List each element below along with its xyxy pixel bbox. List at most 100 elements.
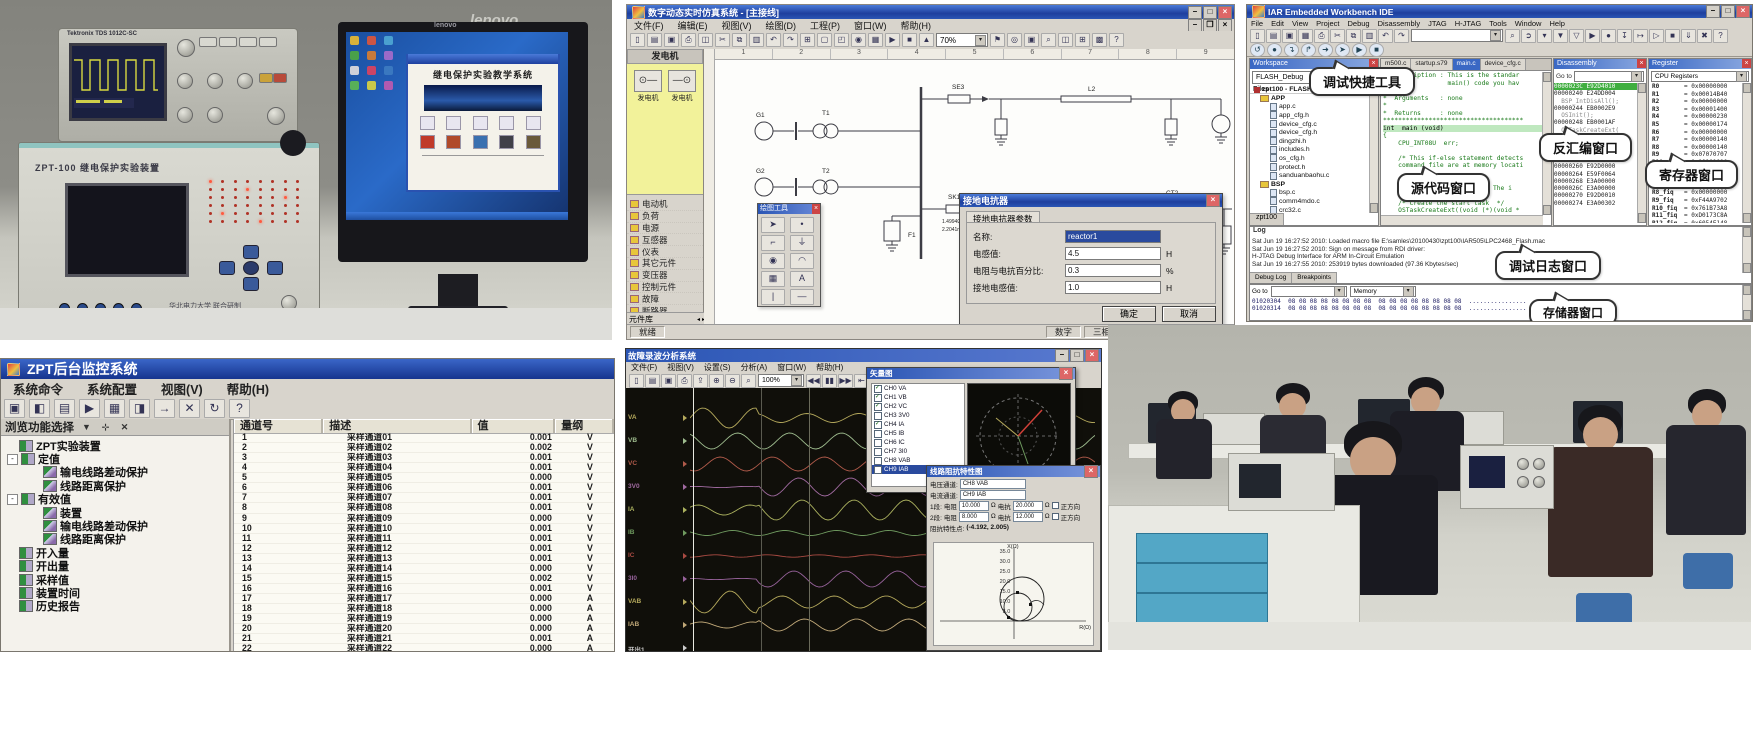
menu-item[interactable]: Project [1312, 19, 1343, 28]
editor-tab[interactable]: device_cfg.c [1481, 59, 1526, 70]
table-row[interactable]: 9采样通道090.000V [234, 514, 614, 524]
wire-icon[interactable]: ⌐ [761, 235, 785, 251]
scope-knob[interactable] [177, 73, 193, 89]
category-item[interactable]: 控制元件 [627, 282, 703, 294]
goto-icon[interactable]: ➲ [1521, 29, 1536, 43]
group-node[interactable]: BSP [1250, 180, 1370, 189]
vector-titlebar[interactable]: 矢量图 × [867, 368, 1075, 379]
make-icon[interactable]: ▼ [1553, 29, 1568, 43]
new-icon[interactable]: ▯ [629, 374, 644, 388]
refresh-icon[interactable]: ↻ [204, 399, 225, 418]
target-icon[interactable]: ◎ [1007, 33, 1022, 47]
menu-item[interactable]: 文件(F) [626, 362, 662, 373]
app-icon[interactable] [420, 135, 435, 149]
field-input[interactable]: 0.3 [1065, 264, 1161, 277]
toggle-bp-icon[interactable]: ● [1601, 29, 1616, 43]
register-row[interactable]: R6= 0x00000000 [1649, 129, 1743, 137]
tree-item[interactable]: -有效值 [1, 493, 229, 506]
horizontal-scrollbar[interactable] [1381, 215, 1543, 225]
app-icon[interactable] [499, 135, 514, 149]
category-item[interactable]: 电动机 [627, 199, 703, 211]
new-icon[interactable]: ▯ [630, 33, 645, 47]
file-node[interactable]: device_cfg.c [1250, 120, 1370, 129]
help-icon[interactable]: ? [229, 399, 250, 418]
menu-item[interactable]: 窗口(W) [772, 362, 811, 373]
redo-icon[interactable]: ↷ [783, 33, 798, 47]
menu-item[interactable]: Edit [1267, 19, 1288, 28]
run-to-cursor-icon[interactable]: ➤ [1335, 43, 1350, 57]
checkbox-icon[interactable] [874, 439, 882, 447]
app-icon[interactable] [526, 116, 541, 130]
folder-settings-icon[interactable]: ◨ [129, 399, 150, 418]
register-row[interactable]: R7= 0x00000140 [1649, 136, 1743, 144]
reset-icon[interactable]: ↺ [1250, 43, 1265, 57]
table-row[interactable]: 13采样通道130.001V [234, 554, 614, 564]
mdi-restore-icon[interactable]: ❐ [1203, 19, 1217, 32]
field-input[interactable]: 4.5 [1065, 247, 1161, 260]
zoom-combo[interactable]: 100%▾ [758, 374, 804, 387]
run-icon[interactable]: ▶ [885, 33, 900, 47]
menu-item[interactable]: View [1288, 19, 1312, 28]
register-row[interactable]: R3= 0x00001400 [1649, 106, 1743, 114]
file-node[interactable]: includes.h [1250, 146, 1370, 155]
app-icon[interactable] [420, 116, 435, 130]
step-icon[interactable]: ↧ [1617, 29, 1632, 43]
close-icon[interactable]: × [1637, 59, 1646, 68]
checkbox-icon[interactable] [874, 466, 882, 474]
stop2-icon[interactable]: ▣ [1024, 33, 1039, 47]
scope-button[interactable] [259, 73, 273, 83]
vector-channel-item[interactable]: CH3 3V0 [872, 411, 964, 420]
export-icon[interactable]: ⇪ [693, 374, 708, 388]
table-row[interactable]: 19采样通道190.000A [234, 614, 614, 624]
menu-item[interactable]: Window [1511, 19, 1546, 28]
chevron-down-icon[interactable]: ▾ [975, 35, 986, 46]
debug-icon[interactable]: ▶ [1585, 29, 1600, 43]
menu-item[interactable]: 视图(V) [715, 19, 759, 32]
table-row[interactable]: 6采样通道060.001V [234, 483, 614, 493]
register-row[interactable]: R0= 0x00000000 [1649, 83, 1743, 91]
table-row[interactable]: 14采样通道140.000V [234, 564, 614, 574]
forward-icon[interactable]: ▶▶ [838, 374, 853, 388]
register-group-combo[interactable]: CPU Registers▾ [1651, 71, 1749, 82]
table-row[interactable]: 2采样通道020.002V [234, 443, 614, 453]
run-icon[interactable]: ▷ [1649, 29, 1664, 43]
build-icon[interactable]: ◉ [851, 33, 866, 47]
collapse-icon[interactable]: - [7, 494, 18, 505]
maximize-icon[interactable]: □ [1203, 6, 1217, 19]
about-icon[interactable]: ? [1713, 29, 1728, 43]
rotate-icon[interactable]: ◉ [761, 253, 785, 269]
undo-icon[interactable]: ↶ [1378, 29, 1393, 43]
undo-icon[interactable]: ↶ [766, 33, 781, 47]
copy-icon[interactable]: ⧉ [1346, 29, 1361, 43]
stop-icon[interactable]: ■ [1369, 43, 1384, 57]
channel-marker-icon[interactable] [683, 507, 687, 513]
memory-zone-combo[interactable]: Memory▾ [1350, 286, 1416, 297]
zoom-out-icon[interactable]: ⊖ [725, 374, 740, 388]
desktop-icon[interactable] [350, 66, 359, 75]
export-icon[interactable]: → [154, 399, 175, 418]
channel-marker-icon[interactable] [683, 553, 687, 559]
vector-channel-item[interactable]: CH7 3I0 [872, 447, 964, 456]
menu-item[interactable]: 分析(A) [736, 362, 773, 373]
desktop-icon[interactable] [384, 51, 393, 60]
menu-item[interactable]: JTAG [1424, 19, 1451, 28]
dialog-titlebar[interactable]: 接地电抗器 × [960, 194, 1222, 207]
menu-item[interactable]: 帮助(H) [811, 362, 848, 373]
log-tab[interactable]: Breakpoints [1292, 273, 1337, 283]
step-into-icon[interactable]: ↴ [1284, 43, 1299, 57]
category-item[interactable]: 负荷 [627, 211, 703, 223]
minimize-icon[interactable]: – [1055, 349, 1069, 362]
grid-icon[interactable]: ⊞ [800, 33, 815, 47]
scope-button[interactable] [219, 37, 237, 47]
delete-icon[interactable]: ✕ [179, 399, 200, 418]
vector-channel-item[interactable]: CH8 VAB [872, 456, 964, 465]
zoom-in-icon[interactable]: ⊕ [709, 374, 724, 388]
register-row[interactable]: R9= 0x07070707 [1649, 151, 1743, 159]
table-row[interactable]: 12采样通道120.001V [234, 544, 614, 554]
flag-icon[interactable]: ⚑ [990, 33, 1005, 47]
impedance-titlebar[interactable]: 线路阻抗特性图 × [927, 466, 1100, 477]
tree-item[interactable]: 线路距离保护 [1, 479, 229, 492]
chevron-down-icon[interactable]: ▾ [791, 375, 802, 386]
zone1-resistance-input[interactable]: 10.000 [959, 501, 989, 511]
menu-item[interactable]: Help [1545, 19, 1568, 28]
